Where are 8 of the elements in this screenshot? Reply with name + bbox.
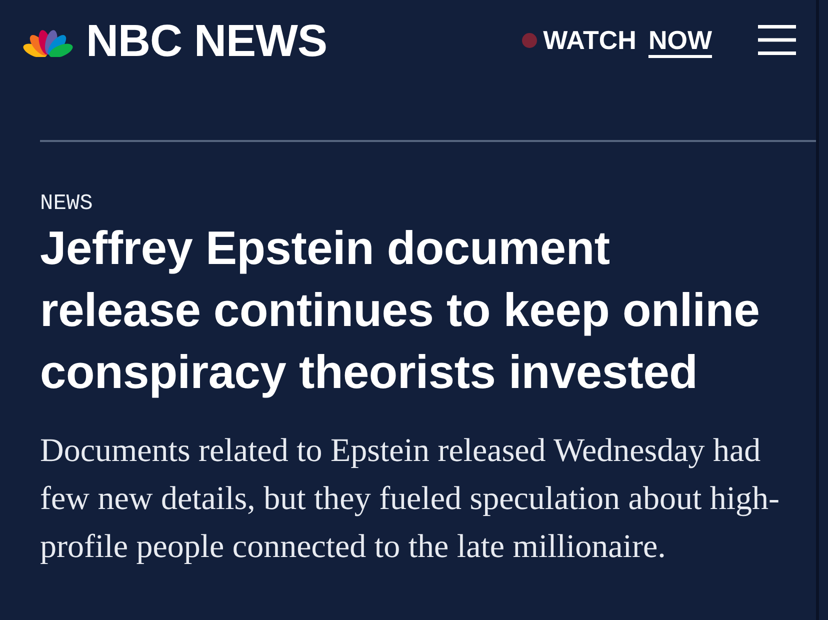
live-dot-icon bbox=[522, 32, 538, 48]
section-label: NEWS bbox=[40, 191, 94, 217]
menu-icon bbox=[758, 25, 796, 55]
article-summary: Documents related to Epstein released Wednesday had few new details, but they fueled speculation about high-profile people connected to the late millionaire. bbox=[40, 432, 781, 567]
article-headline: Jeffrey Epstein document release continues to keep online conspiracy theorists invested bbox=[40, 220, 761, 400]
site-logo-text: NBC NEWS bbox=[86, 18, 327, 62]
menu-button[interactable] bbox=[758, 24, 796, 56]
watch-now-link[interactable]: WATCH NOW bbox=[522, 27, 712, 53]
